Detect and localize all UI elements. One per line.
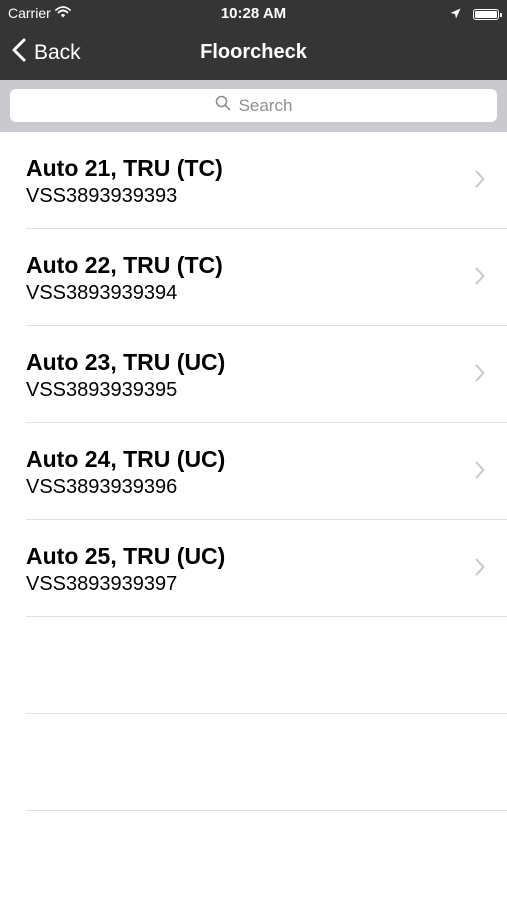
chevron-right-icon: [475, 170, 485, 193]
page-title: Floorcheck: [200, 41, 307, 63]
screen: Carrier 10:28 AM Back Floorcheck Search …: [0, 0, 507, 900]
status-time: 10:28 AM: [220, 5, 287, 22]
item-subtitle: VSS3893939396: [26, 476, 178, 498]
item-subtitle: VSS3893939395: [26, 379, 178, 401]
chevron-right-icon: [475, 267, 485, 290]
list-item[interactable]: Auto 25, TRU (UC) VSS3893939397: [26, 520, 507, 617]
top-bar: Carrier 10:28 AM Back Floorcheck: [0, 0, 507, 80]
item-title: Auto 21, TRU (TC): [26, 155, 223, 181]
item-subtitle: VSS3893939394: [26, 282, 178, 304]
chevron-right-icon: [475, 364, 485, 387]
chevron-right-icon: [475, 558, 485, 581]
item-list: Auto 21, TRU (TC) VSS3893939393 Auto 22,…: [0, 132, 507, 811]
status-bar: Carrier 10:28 AM: [0, 0, 507, 28]
status-right: [450, 6, 502, 22]
search-placeholder: Search: [238, 95, 293, 115]
search-bar: Search: [0, 80, 507, 132]
navigation-bar: Back Floorcheck: [0, 28, 507, 80]
empty-row: [26, 617, 507, 714]
list-item[interactable]: Auto 21, TRU (TC) VSS3893939393: [26, 132, 507, 229]
chevron-right-icon: [475, 461, 485, 484]
list-item[interactable]: Auto 22, TRU (TC) VSS3893939394: [26, 229, 507, 326]
location-arrow-icon: [450, 6, 461, 22]
item-title: Auto 25, TRU (UC): [26, 543, 226, 569]
battery-icon: [473, 8, 502, 20]
item-title: Auto 24, TRU (UC): [26, 446, 226, 472]
list-item[interactable]: Auto 23, TRU (UC) VSS3893939395: [26, 326, 507, 423]
item-title: Auto 23, TRU (UC): [26, 349, 226, 375]
list-item[interactable]: Auto 24, TRU (UC) VSS3893939396: [26, 423, 507, 520]
item-subtitle: VSS3893939397: [26, 573, 178, 595]
item-title: Auto 22, TRU (TC): [26, 252, 223, 278]
search-input[interactable]: Search: [10, 89, 497, 122]
item-subtitle: VSS3893939393: [26, 185, 178, 207]
search-icon: [215, 95, 231, 116]
empty-row: [26, 714, 507, 811]
